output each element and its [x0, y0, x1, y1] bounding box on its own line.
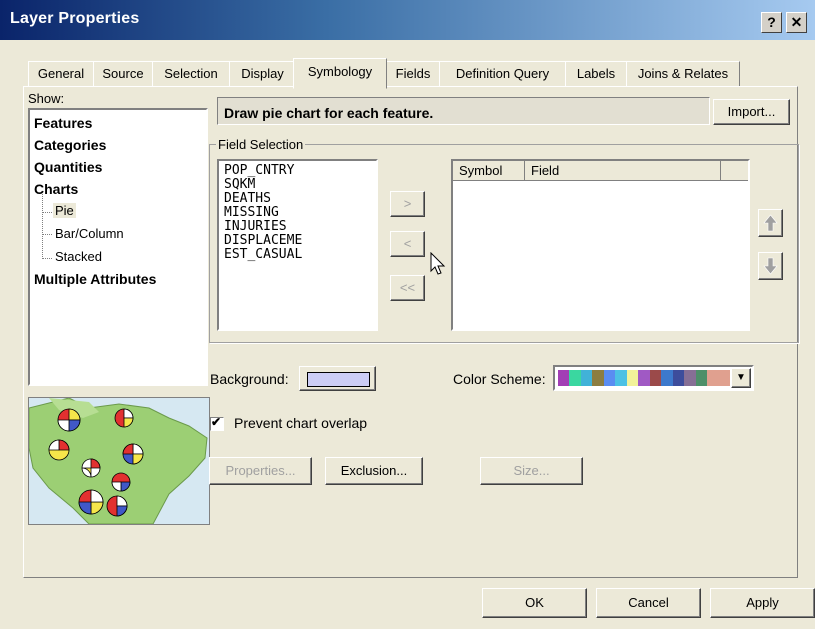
- prevent-overlap-label: Prevent chart overlap: [234, 415, 368, 431]
- close-button[interactable]: ✕: [786, 12, 807, 33]
- tab-selection[interactable]: Selection: [152, 61, 230, 87]
- selected-fields-table[interactable]: Symbol Field: [451, 159, 750, 331]
- tree-connector: [42, 194, 44, 259]
- color-ramp-swatch: [569, 370, 581, 386]
- show-tree: Features Categories Quantities Charts Pi…: [28, 108, 208, 386]
- available-fields-list[interactable]: POP_CNTRY SQKM DEATHS MISSING INJURIES D…: [217, 159, 378, 331]
- color-ramp-swatch: [638, 370, 650, 386]
- remove-all-fields-button[interactable]: <<: [390, 275, 425, 301]
- field-item[interactable]: INJURIES: [224, 219, 287, 234]
- field-item[interactable]: SQKM: [224, 177, 255, 192]
- background-color-button[interactable]: [299, 366, 376, 391]
- title-bar: Layer Properties ? ✕: [0, 0, 815, 40]
- symbology-panel: Show: Features Categories Quantities Cha…: [23, 86, 799, 578]
- window-title: Layer Properties: [10, 10, 140, 27]
- exclusion-button[interactable]: Exclusion...: [325, 457, 423, 485]
- tab-fields[interactable]: Fields: [386, 61, 440, 87]
- tab-definition-query[interactable]: Definition Query: [439, 61, 566, 87]
- import-button[interactable]: Import...: [713, 99, 790, 125]
- tree-item-categories[interactable]: Categories: [34, 137, 106, 153]
- checkmark-icon: ✔: [211, 415, 222, 429]
- tree-item-quantities[interactable]: Quantities: [34, 159, 102, 175]
- field-item[interactable]: POP_CNTRY: [224, 163, 294, 178]
- tree-item-bar-column[interactable]: Bar/Column: [55, 226, 124, 241]
- tree-item-features[interactable]: Features: [34, 115, 92, 131]
- color-ramp-swatch: [718, 370, 731, 386]
- color-ramp-swatch: [684, 370, 696, 386]
- field-selection-legend: Field Selection: [216, 137, 306, 152]
- color-ramp-swatch: [558, 370, 570, 386]
- field-item[interactable]: DEATHS: [224, 191, 271, 206]
- color-ramp-swatch: [626, 370, 639, 386]
- tab-general[interactable]: General: [28, 61, 94, 87]
- cancel-button[interactable]: Cancel: [596, 588, 701, 618]
- tab-joins-relates[interactable]: Joins & Relates: [626, 61, 740, 87]
- color-ramp-swatch: [695, 370, 708, 386]
- tree-connector: [42, 234, 52, 235]
- color-scheme-label: Color Scheme:: [453, 371, 546, 387]
- color-ramp-swatch: [661, 370, 673, 386]
- help-button[interactable]: ?: [761, 12, 782, 33]
- color-ramp: [558, 370, 731, 386]
- column-header-symbol[interactable]: Symbol: [453, 161, 525, 181]
- description-box: Draw pie chart for each feature.: [217, 97, 710, 125]
- color-ramp-swatch: [649, 370, 662, 386]
- column-header-field[interactable]: Field: [525, 161, 721, 181]
- pie-preview-image: [29, 398, 208, 524]
- properties-button[interactable]: Properties...: [209, 457, 312, 485]
- color-scheme-dropdown[interactable]: ▼: [553, 365, 754, 391]
- tree-item-charts[interactable]: Charts: [34, 181, 78, 197]
- field-item[interactable]: MISSING: [224, 205, 279, 220]
- layer-properties-dialog: Layer Properties ? ✕ General Source Sele…: [0, 0, 815, 629]
- remove-field-button[interactable]: <: [390, 231, 425, 257]
- arrow-up-icon: [763, 214, 778, 232]
- tab-symbology[interactable]: Symbology: [293, 58, 387, 89]
- tab-display[interactable]: Display: [229, 61, 296, 87]
- color-ramp-swatch: [672, 370, 685, 386]
- tree-item-multiple-attributes[interactable]: Multiple Attributes: [34, 271, 156, 287]
- apply-button[interactable]: Apply: [710, 588, 815, 618]
- move-down-button[interactable]: [758, 252, 783, 280]
- ok-button[interactable]: OK: [482, 588, 587, 618]
- tab-labels[interactable]: Labels: [565, 61, 627, 87]
- tree-item-pie[interactable]: Pie: [53, 203, 76, 218]
- description-text: Draw pie chart for each feature.: [224, 105, 434, 121]
- color-ramp-swatch: [603, 370, 616, 386]
- mouse-cursor-icon: [430, 252, 446, 275]
- background-label: Background:: [210, 371, 289, 387]
- color-ramp-swatch: [580, 370, 593, 386]
- color-ramp-swatch: [592, 370, 604, 386]
- background-color-swatch: [307, 372, 370, 387]
- show-label: Show:: [28, 91, 65, 106]
- color-ramp-swatch: [615, 370, 627, 386]
- prevent-overlap-checkbox[interactable]: ✔: [210, 415, 224, 431]
- tab-source[interactable]: Source: [93, 61, 153, 87]
- move-up-button[interactable]: [758, 209, 783, 237]
- field-item[interactable]: EST_CASUAL: [224, 247, 302, 262]
- column-header-blank: [721, 161, 748, 181]
- size-button[interactable]: Size...: [480, 457, 583, 485]
- color-ramp-swatch: [707, 370, 719, 386]
- tree-connector: [42, 212, 52, 213]
- preview-map: [28, 397, 210, 525]
- field-item[interactable]: DISPLACEME: [224, 233, 302, 248]
- arrow-down-icon: [763, 257, 778, 275]
- chevron-down-icon[interactable]: ▼: [731, 368, 751, 388]
- tree-item-stacked[interactable]: Stacked: [55, 249, 102, 264]
- tree-connector: [42, 258, 52, 259]
- add-field-button[interactable]: >: [390, 191, 425, 217]
